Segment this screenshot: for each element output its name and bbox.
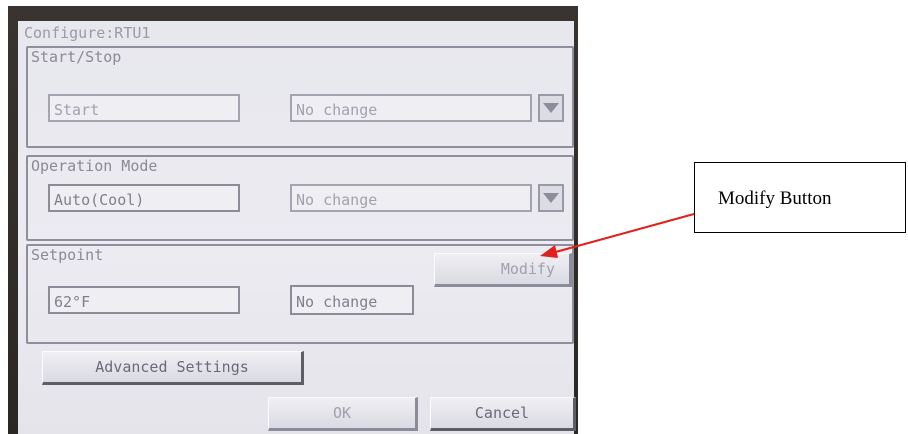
annotation-arrow-icon [540,213,695,258]
